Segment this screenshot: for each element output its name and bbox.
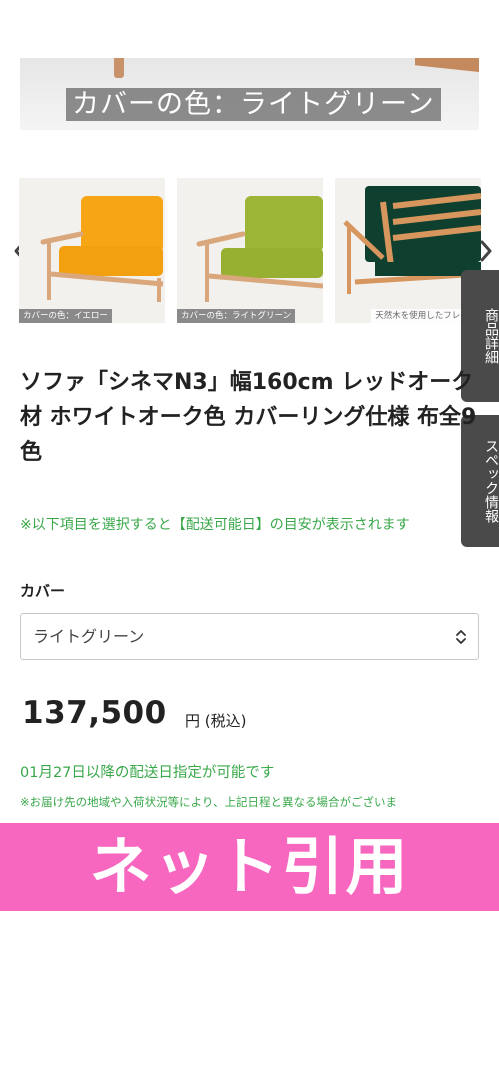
sofa-light-green-image: [177, 178, 323, 323]
cover-select[interactable]: ライトグリーン: [20, 613, 479, 660]
chevron-right-icon[interactable]: [476, 236, 496, 266]
watermark-banner: ネット引用: [0, 823, 499, 911]
cover-label: カバー: [20, 582, 66, 600]
watermark-text: ネット引用: [89, 830, 410, 903]
product-title: ソファ「シネマN3」幅160cm レッドオーク材 ホワイトオーク色 カバーリング…: [20, 370, 477, 465]
cover-select-value: ライトグリーン: [33, 627, 145, 646]
hero-image: カバーの色：ライトグリーン: [20, 58, 479, 130]
thumbnail-caption: カバーの色：ライトグリーン: [177, 309, 296, 323]
thumbnail-caption: カバーの色：イエロー: [19, 309, 112, 323]
image-gallery: カバーの色：イエロー カバーの色：ライトグリーン 天然木を使用したフレーム: [0, 178, 499, 324]
thumbnail-light-green[interactable]: カバーの色：ライトグリーン: [177, 178, 323, 323]
top-strip: [0, 0, 499, 58]
chevron-updown-icon: [456, 630, 466, 644]
delivery-date-info: 01月27日以降の配送日指定が可能です: [20, 765, 275, 781]
thumbnail-yellow[interactable]: カバーの色：イエロー: [19, 178, 165, 323]
price-unit: 円 (税込): [185, 712, 247, 730]
sofa-frame-detail: [415, 58, 479, 72]
thumbnail-frame[interactable]: 天然木を使用したフレーム: [335, 178, 481, 323]
price-value: 137,500: [22, 695, 167, 731]
delivery-disclaimer: ※お届け先の地域や入荷状況等により、上記日程と異なる場合がございま: [20, 795, 397, 809]
sofa-leg-detail: [114, 58, 124, 78]
sofa-yellow-image: [19, 178, 165, 323]
hero-caption: カバーの色：ライトグリーン: [66, 88, 441, 121]
sofa-frame-image: [335, 178, 481, 323]
delivery-notice: ※以下項目を選択すると【配送可能日】の目安が表示されます: [20, 517, 410, 533]
